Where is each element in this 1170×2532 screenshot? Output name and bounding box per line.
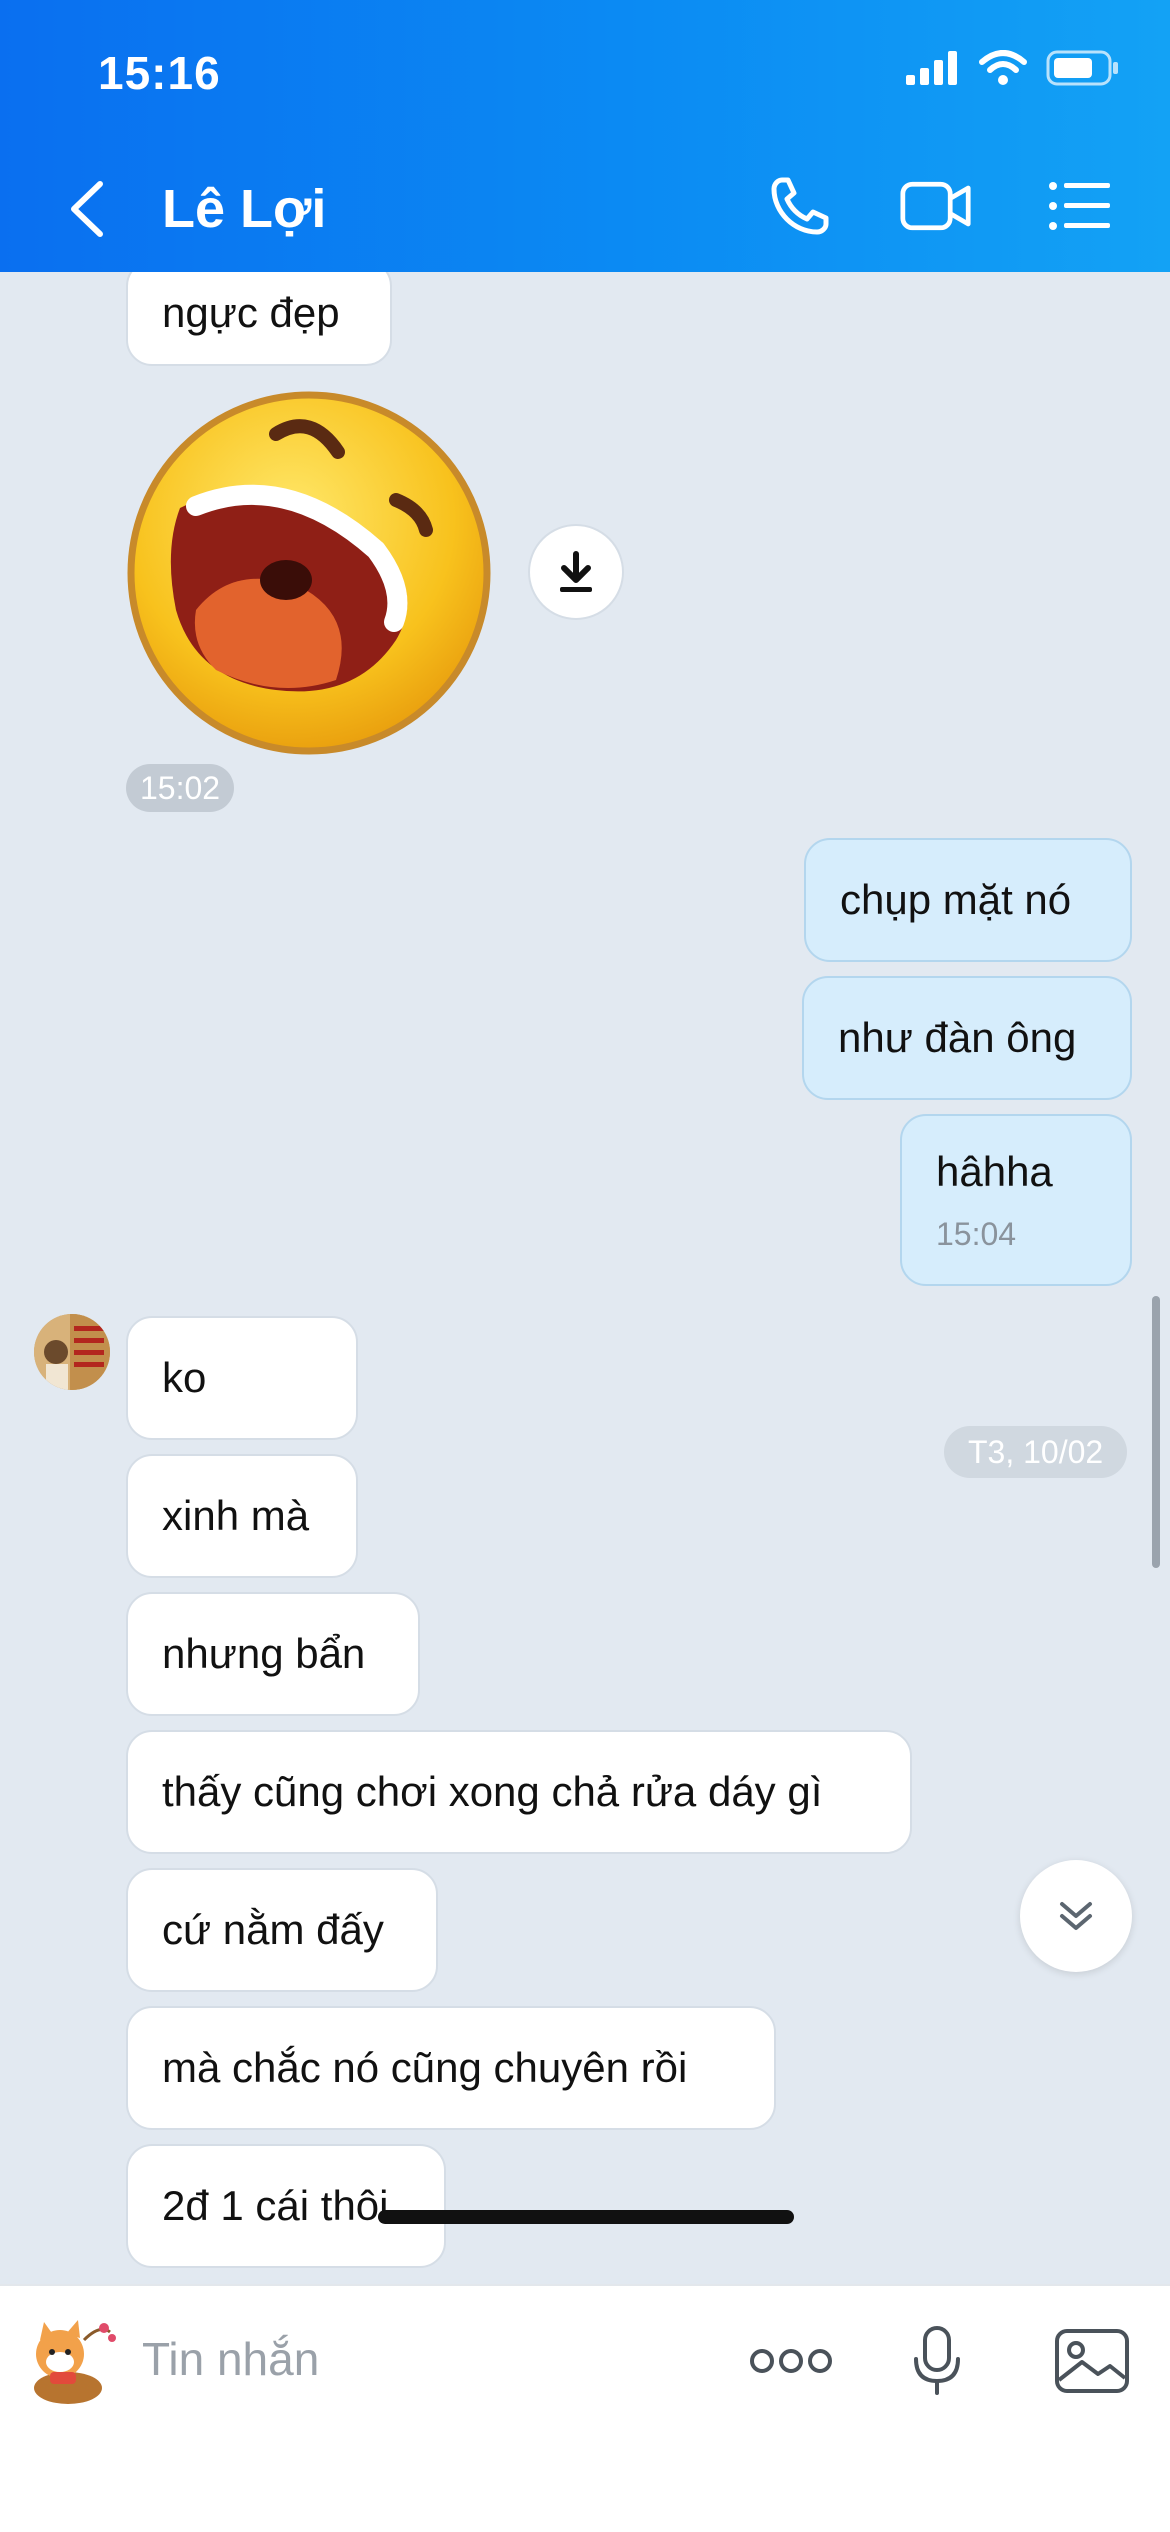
incoming-message[interactable]: thấy cũng chơi xong chả rửa dáy gì [126,1730,912,1854]
message-text: ko [162,1354,207,1401]
outgoing-message[interactable]: hâhha 15:04 [900,1114,1132,1286]
contact-name[interactable]: Lê Lợi [162,178,326,240]
video-call-button[interactable] [900,170,972,242]
list-icon [1049,182,1110,230]
phone-icon [771,177,829,235]
message-text: ngực đẹp [162,289,340,336]
download-button[interactable] [528,524,624,620]
message-text: xinh mà [162,1492,310,1539]
message-text: cứ nằm đấy [162,1906,384,1953]
menu-button[interactable] [1044,170,1116,242]
incoming-message[interactable]: 2đ 1 cái thôi [126,2144,446,2268]
voice-message-button[interactable] [902,2316,972,2406]
double-chevron-down-icon [1060,1902,1092,1930]
download-icon [560,551,592,592]
video-camera-icon [900,181,971,231]
message-text: hâhha [936,1148,1053,1195]
avatar-image [34,1314,110,1390]
incoming-message[interactable]: ngực đẹp [126,272,392,366]
message-text: thấy cũng chơi xong chả rửa dáy gì [162,1768,823,1815]
wifi-icon [979,50,1027,85]
message-input[interactable]: Tin nhắn [142,2332,319,2386]
scroll-to-bottom-button[interactable] [1020,1860,1132,1972]
more-dots-icon [750,2349,832,2373]
incoming-message[interactable]: mà chắc nó cũng chuyên rồi [126,2006,776,2130]
scrollbar[interactable] [1152,1296,1160,1568]
call-button[interactable] [764,170,836,242]
incoming-message[interactable]: xinh mà [126,1454,358,1578]
status-icons [906,50,1120,86]
back-button[interactable] [62,174,112,244]
incoming-message[interactable]: ko [126,1316,358,1440]
message-timestamp: 15:04 [936,1216,1017,1252]
message-timestamp: 15:02 [126,764,235,812]
incoming-message[interactable]: nhưng bẩn [126,1592,420,1716]
cellular-signal-icon [906,51,957,85]
message-text: chụp mặt nó [840,876,1072,923]
outgoing-message[interactable]: như đàn ông [802,976,1132,1100]
message-text: 2đ 1 cái thôi [162,2182,389,2229]
microphone-icon [914,2326,960,2395]
contact-avatar[interactable] [34,1314,110,1390]
image-picker-button[interactable] [1052,2316,1132,2406]
message-list[interactable]: ngực đẹp 15:02 chụp mặt nó như đàn ông h… [0,272,1170,2284]
home-indicator [378,2210,794,2224]
laughing-emoji-sticker[interactable] [126,390,492,756]
battery-icon [1046,50,1118,86]
chat-header: 15:16 Lê Lợi [0,0,1170,272]
sticker-picker-icon[interactable] [20,2310,120,2410]
chevron-left-icon [71,181,103,237]
message-text: nhưng bẩn [162,1630,366,1677]
message-text: mà chắc nó cũng chuyên rồi [162,2044,688,2091]
more-button[interactable] [748,2316,834,2406]
incoming-message[interactable]: cứ nằm đấy [126,1868,438,1992]
status-time: 15:16 [98,47,221,99]
message-input-bar: Tin nhắn [0,2284,1170,2532]
image-icon [1055,2329,1129,2393]
outgoing-message[interactable]: chụp mặt nó [804,838,1132,962]
date-separator: T3, 10/02 [944,1426,1128,1478]
message-text: như đàn ông [838,1014,1077,1061]
